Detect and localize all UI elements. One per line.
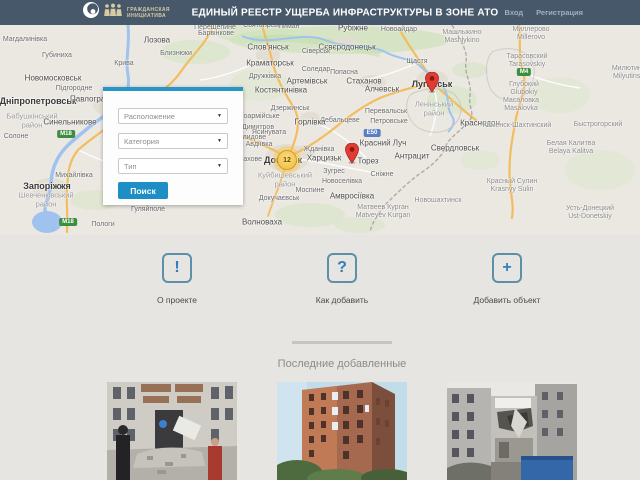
search-button[interactable]: Поиск [118, 182, 168, 199]
recent-photo-damaged-apartment-entrance[interactable] [107, 382, 237, 480]
map-filter-panel: Расположение ▼ Категория ▼ Тип ▼ Поиск [103, 87, 243, 205]
recent-photos [22, 382, 640, 480]
recent-heading: Последние добавленные [277, 358, 407, 370]
recent-photo-destroyed-panel-building[interactable] [447, 382, 577, 480]
feature-icon: + [502, 259, 512, 276]
chevron-down-icon: ▼ [217, 113, 222, 119]
brand-name: ГРАЖДАНСКАЯ ИНИЦИАТИВА [127, 6, 170, 19]
logo-circle-icon [82, 1, 100, 24]
people-group-icon [103, 3, 123, 22]
road-number-badge: М4 [516, 68, 532, 76]
category-select-value: Категория [124, 136, 160, 146]
road-number-badge: E50 [363, 129, 381, 137]
road-number-badge: М18 [57, 130, 75, 138]
feature-icon-box: ? [327, 253, 357, 283]
map-pin-east-donetsk[interactable] [345, 142, 359, 169]
type-select-value: Тип [124, 161, 137, 171]
page-title: ЕДИНЫЙ РЕЕСТР УЩЕРБА ИНФРАСТРУКТУРЫ В ЗО… [191, 7, 499, 18]
road-number-badge: М18 [59, 218, 77, 226]
feature-label: О проекте [156, 295, 198, 305]
chevron-down-icon: ▼ [217, 163, 222, 169]
feature-links: ! О проекте ? Как добавить + Добавить об… [22, 235, 640, 305]
location-select-value: Расположение [124, 111, 175, 121]
lower-section: ! О проекте ? Как добавить + Добавить об… [0, 235, 640, 480]
feature-label: Как добавить [315, 295, 369, 305]
location-select[interactable]: Расположение ▼ [118, 108, 228, 124]
header: ГРАЖДАНСКАЯ ИНИЦИАТИВА ЕДИНЫЙ РЕЕСТР УЩЕ… [0, 0, 640, 25]
login-link[interactable]: Вход [505, 8, 524, 17]
type-select[interactable]: Тип ▼ [118, 158, 228, 174]
feature-item[interactable]: ! О проекте [125, 253, 230, 305]
feature-item[interactable]: ? Как добавить [290, 253, 395, 305]
recent-photo-brick-apartment-block[interactable] [277, 382, 407, 480]
header-nav: Вход Регистрация [505, 0, 583, 25]
category-select[interactable]: Категория ▼ [118, 133, 228, 149]
feature-icon-box: + [492, 253, 522, 283]
chevron-down-icon: ▼ [217, 138, 222, 144]
feature-icon-box: ! [162, 253, 192, 283]
section-divider [292, 341, 392, 344]
page: ГРАЖДАНСКАЯ ИНИЦИАТИВА ЕДИНЫЙ РЕЕСТР УЩЕ… [0, 0, 640, 480]
register-link[interactable]: Регистрация [536, 8, 583, 17]
map-canvas[interactable]: Магдалинівка Губиниха Новомосковськ Дніп… [0, 25, 640, 235]
feature-item[interactable]: + Добавить объект [455, 253, 560, 305]
feature-icon: ? [337, 259, 347, 276]
marker-cluster-donetsk[interactable]: 12 [277, 150, 297, 170]
feature-label: Добавить объект [473, 295, 541, 305]
cluster-count: 12 [283, 156, 291, 164]
map-terrain-graphics [32, 25, 635, 234]
map-pin-luhansk[interactable] [425, 71, 439, 98]
brand-logo[interactable]: ГРАЖДАНСКАЯ ИНИЦИАТИВА [82, 0, 170, 25]
feature-icon: ! [174, 259, 180, 276]
